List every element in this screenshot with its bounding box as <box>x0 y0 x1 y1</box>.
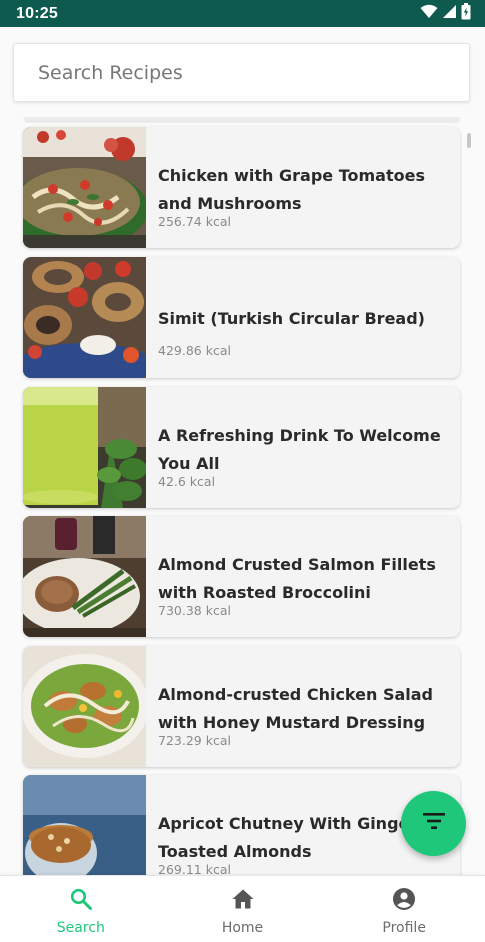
search-icon <box>69 887 93 916</box>
nav-item-profile[interactable]: Profile <box>323 876 485 942</box>
status-bar: 10:25 <box>0 0 485 27</box>
recipe-image <box>23 775 146 875</box>
wifi-icon <box>420 4 438 24</box>
recipe-image <box>23 257 146 378</box>
nav-label-search: Search <box>56 920 105 936</box>
recipe-title: Chicken with Grape Tomatoes and Mushroom… <box>158 166 425 213</box>
recipe-card[interactable]: Almond-crusted Chicken Salad with Honey … <box>23 646 460 767</box>
recipe-card[interactable]: A Refreshing Drink To Welcome You All 42… <box>23 387 460 508</box>
recipe-image <box>23 127 146 248</box>
recipe-kcal: 723.29 kcal <box>158 733 231 748</box>
recipe-card[interactable]: Simit (Turkish Circular Bread) 429.86 kc… <box>23 257 460 378</box>
recipe-kcal: 42.6 kcal <box>158 474 216 489</box>
filter-button[interactable] <box>401 791 466 856</box>
home-icon <box>231 887 255 916</box>
recipe-card[interactable]: Chicken with Grape Tomatoes and Mushroom… <box>23 127 460 248</box>
recipe-kcal: 269.11 kcal <box>158 862 231 875</box>
previous-card-edge <box>24 117 460 121</box>
status-time: 10:25 <box>16 4 58 22</box>
recipe-title: Almond-crusted Chicken Salad with Honey … <box>158 685 434 732</box>
recipe-image <box>23 516 146 637</box>
search-input[interactable] <box>14 44 469 101</box>
recipe-list[interactable]: Chicken with Grape Tomatoes and Mushroom… <box>0 110 485 875</box>
recipe-image <box>23 646 146 767</box>
search-box[interactable] <box>13 43 470 102</box>
nav-item-home[interactable]: Home <box>162 876 324 942</box>
recipe-title: Almond Crusted Salmon Fillets with Roast… <box>158 555 436 602</box>
recipe-kcal: 730.38 kcal <box>158 603 231 618</box>
recipe-kcal: 429.86 kcal <box>158 343 231 358</box>
recipe-card[interactable]: Apricot Chutney With Ginger Toasted Almo… <box>23 775 460 875</box>
filter-icon <box>422 813 445 834</box>
battery-icon <box>461 2 471 25</box>
nav-item-search[interactable]: Search <box>0 876 162 942</box>
recipe-image <box>23 387 146 508</box>
recipe-title: A Refreshing Drink To Welcome You All <box>158 426 441 473</box>
signal-icon <box>442 4 457 24</box>
recipe-title: Simit (Turkish Circular Bread) <box>158 309 425 328</box>
bottom-navigation: Search Home Profile <box>0 875 485 942</box>
nav-label-profile: Profile <box>382 920 426 936</box>
recipe-card[interactable]: Almond Crusted Salmon Fillets with Roast… <box>23 516 460 637</box>
recipe-kcal: 256.74 kcal <box>158 214 231 229</box>
nav-label-home: Home <box>221 920 264 936</box>
scrollbar[interactable] <box>467 133 471 148</box>
profile-icon <box>392 887 416 916</box>
status-icons <box>420 2 471 25</box>
